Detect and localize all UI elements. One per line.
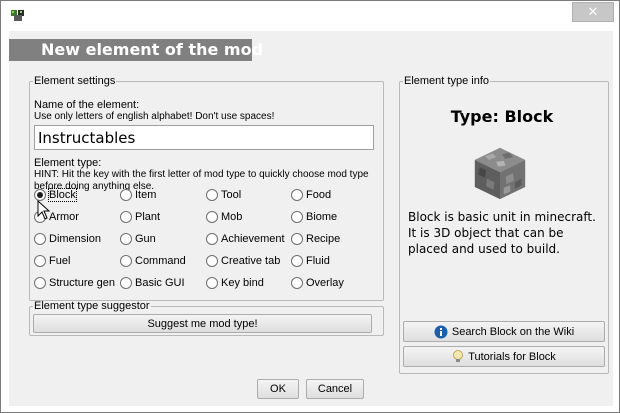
radio-label: Armor bbox=[49, 211, 79, 223]
type-radio-dimension[interactable]: Dimension bbox=[34, 231, 101, 247]
page-title: New element of the mod bbox=[41, 40, 264, 59]
name-hint: Use only letters of english alphabet! Do… bbox=[34, 111, 275, 122]
radio-circle[interactable] bbox=[291, 189, 303, 201]
radio-circle[interactable] bbox=[206, 233, 218, 245]
type-radio-item[interactable]: Item bbox=[120, 187, 156, 203]
element-settings-group: Element settings Name of the element: Us… bbox=[29, 75, 384, 301]
type-radio-food[interactable]: Food bbox=[291, 187, 331, 203]
type-radio-structure-gen[interactable]: Structure gen bbox=[34, 275, 115, 291]
radio-label: Structure gen bbox=[49, 277, 116, 289]
radio-label: Overlay bbox=[306, 277, 344, 289]
radio-circle[interactable] bbox=[120, 277, 132, 289]
radio-label: Fluid bbox=[306, 255, 330, 267]
radio-circle[interactable] bbox=[120, 255, 132, 267]
type-radio-biome[interactable]: Biome bbox=[291, 209, 337, 225]
cobblestone-block-icon bbox=[474, 147, 526, 200]
radio-circle[interactable] bbox=[206, 255, 218, 267]
radio-circle[interactable] bbox=[291, 233, 303, 245]
radio-circle[interactable] bbox=[120, 233, 132, 245]
tutorials-label: Tutorials for Block bbox=[468, 350, 556, 363]
radio-label: Achievement bbox=[221, 233, 285, 245]
radio-label: Mob bbox=[221, 211, 243, 223]
element-settings-legend: Element settings bbox=[34, 75, 116, 87]
radio-circle[interactable] bbox=[291, 277, 303, 289]
type-hint-line1: HINT: Hit the key with the first letter … bbox=[34, 169, 369, 180]
radio-circle[interactable] bbox=[34, 277, 46, 289]
type-radio-achievement[interactable]: Achievement bbox=[206, 231, 285, 247]
cancel-button[interactable]: Cancel bbox=[306, 379, 364, 399]
type-radio-overlay[interactable]: Overlay bbox=[291, 275, 344, 291]
radio-label: Tool bbox=[221, 189, 242, 201]
radio-circle[interactable] bbox=[206, 189, 218, 201]
radio-label: Command bbox=[135, 255, 186, 267]
radio-label: Biome bbox=[306, 211, 338, 223]
radio-label: Gun bbox=[135, 233, 156, 245]
info-legend: Element type info bbox=[404, 75, 489, 87]
type-description: Block is basic unit in minecraft. It is … bbox=[408, 210, 596, 256]
suggestor-legend: Element type suggestor bbox=[34, 300, 150, 312]
close-button[interactable]: ✕ bbox=[572, 2, 614, 22]
type-radio-plant[interactable]: Plant bbox=[120, 209, 160, 225]
ok-label: OK bbox=[270, 383, 286, 395]
radio-label: Creative tab bbox=[221, 255, 281, 267]
radio-circle[interactable] bbox=[34, 255, 46, 267]
radio-circle[interactable] bbox=[120, 189, 132, 201]
type-radio-mob[interactable]: Mob bbox=[206, 209, 242, 225]
lightbulb-icon bbox=[453, 349, 464, 362]
dialog-content: New element of the mod Element settings … bbox=[9, 31, 613, 406]
type-radio-gun[interactable]: Gun bbox=[120, 231, 156, 247]
search-wiki-button[interactable]: Search Block on the Wiki bbox=[403, 321, 605, 342]
radio-label: Block bbox=[48, 188, 77, 202]
radio-label: Fuel bbox=[49, 255, 71, 267]
suggest-mod-type-button[interactable]: Suggest me mod type! bbox=[33, 314, 372, 333]
suggest-mod-type-label: Suggest me mod type! bbox=[147, 317, 258, 330]
type-title: Type: Block bbox=[450, 107, 554, 126]
type-radio-fuel[interactable]: Fuel bbox=[34, 253, 70, 269]
radio-label: Food bbox=[306, 189, 332, 201]
mouse-pointer-icon bbox=[37, 200, 51, 220]
element-type-info-group: Element type info Type: Block Block is b… bbox=[399, 75, 609, 374]
header-banner: New element of the mod bbox=[9, 39, 263, 61]
tutorials-button[interactable]: Tutorials for Block bbox=[403, 346, 605, 367]
ok-button[interactable]: OK bbox=[257, 379, 299, 399]
type-radio-recipe[interactable]: Recipe bbox=[291, 231, 340, 247]
radio-label: Basic GUI bbox=[135, 277, 185, 289]
type-radio-command[interactable]: Command bbox=[120, 253, 186, 269]
app-icon bbox=[11, 10, 24, 21]
radio-label: Recipe bbox=[306, 233, 341, 245]
type-radio-creative-tab[interactable]: Creative tab bbox=[206, 253, 280, 269]
type-radio-tool[interactable]: Tool bbox=[206, 187, 241, 203]
radio-label: Key bind bbox=[221, 277, 264, 289]
type-radio-fluid[interactable]: Fluid bbox=[291, 253, 330, 269]
radio-circle[interactable] bbox=[206, 277, 218, 289]
close-icon: ✕ bbox=[587, 4, 599, 20]
radio-circle[interactable] bbox=[206, 211, 218, 223]
radio-circle[interactable] bbox=[120, 211, 132, 223]
info-icon bbox=[434, 325, 448, 338]
radio-circle[interactable] bbox=[34, 233, 46, 245]
radio-circle[interactable] bbox=[291, 211, 303, 223]
cancel-label: Cancel bbox=[317, 383, 353, 395]
radio-circle[interactable] bbox=[291, 255, 303, 267]
search-wiki-label: Search Block on the Wiki bbox=[451, 325, 575, 338]
element-type-suggestor-group: Element type suggestor Suggest me mod ty… bbox=[29, 300, 384, 336]
name-label: Name of the element: bbox=[34, 99, 140, 111]
type-radio-key-bind[interactable]: Key bind bbox=[206, 275, 264, 291]
radio-label: Item bbox=[135, 189, 157, 201]
type-radio-basic-gui[interactable]: Basic GUI bbox=[120, 275, 185, 291]
radio-label: Dimension bbox=[49, 233, 101, 245]
element-name-input[interactable] bbox=[34, 125, 374, 150]
radio-label: Plant bbox=[135, 211, 161, 223]
type-label: Element type: bbox=[34, 157, 102, 169]
dialog-window: ✕ New element of the mod Element setting… bbox=[0, 0, 620, 413]
title-bar: ✕ bbox=[1, 1, 619, 31]
